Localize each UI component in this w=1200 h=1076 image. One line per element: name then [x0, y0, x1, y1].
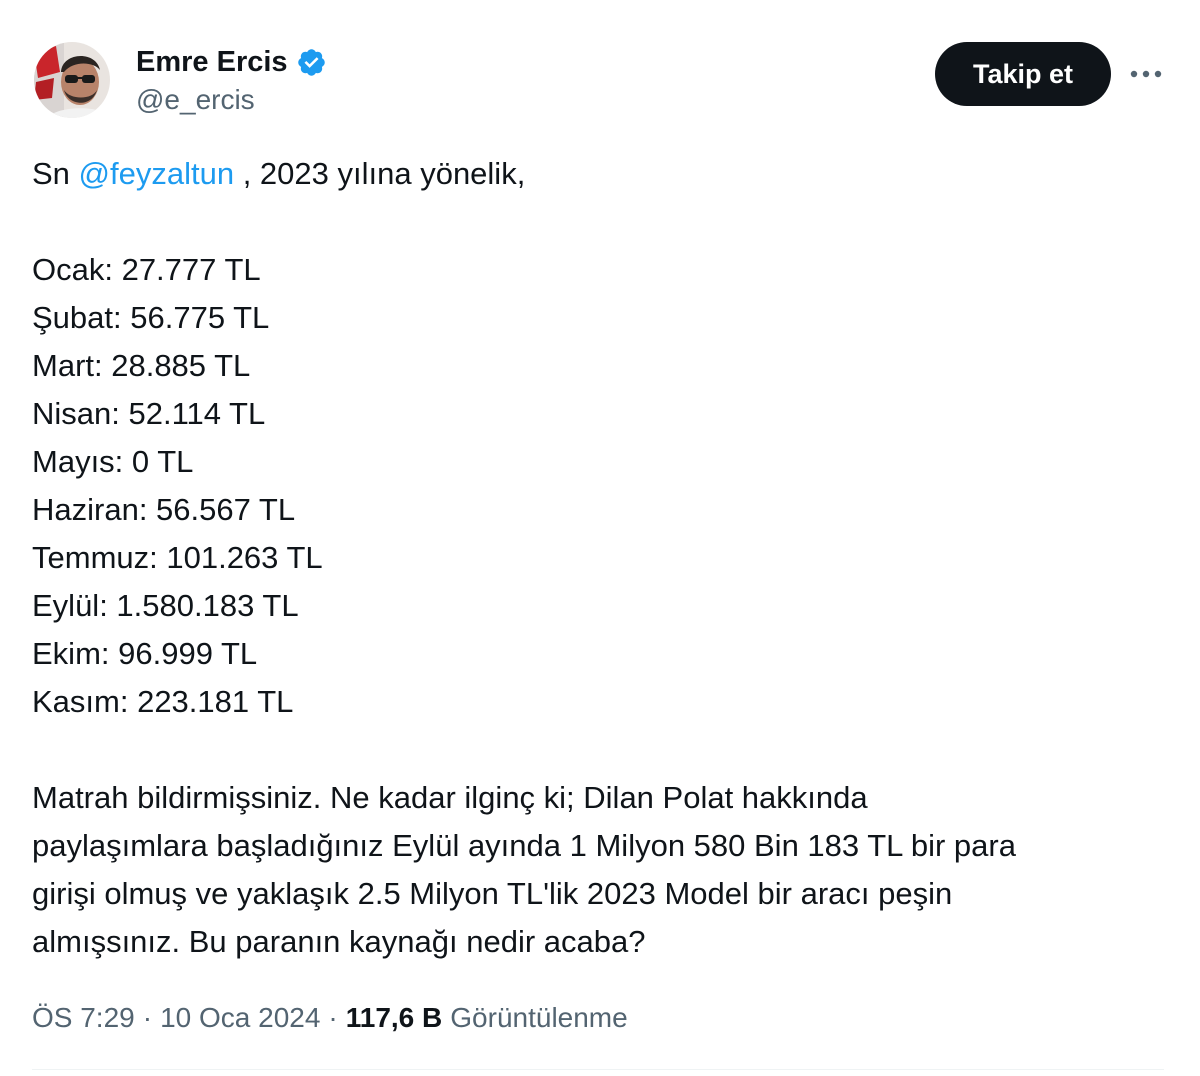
tweet-card: Emre Ercis @e_ercis Takip et Sn @feyzalt… — [0, 0, 1200, 1076]
month-line: Kasım: 223.181 TL — [32, 684, 294, 719]
more-options-icon[interactable] — [1124, 56, 1168, 92]
tweet-meta: ÖS 7:29 · 10 Oca 2024 · 117,6 B Görüntül… — [32, 996, 628, 1040]
tweet-intro-line: Sn @feyzaltun , 2023 yılına yönelik, — [32, 150, 1162, 198]
month-line: Mart: 28.885 TL — [32, 348, 251, 383]
views-count[interactable]: 117,6 B — [346, 996, 443, 1040]
month-line: Mayıs: 0 TL — [32, 444, 194, 479]
closing-line: almışsınız. Bu paranın kaynağı nedir aca… — [32, 924, 646, 959]
intro-prefix: Sn — [32, 156, 79, 191]
views-label[interactable]: Görüntülenme — [450, 996, 627, 1040]
divider — [32, 1069, 1164, 1070]
tweet-text: Sn @feyzaltun , 2023 yılına yönelik, Oca… — [32, 150, 1162, 966]
follow-button[interactable]: Takip et — [935, 42, 1111, 106]
closing-line: paylaşımlara başladığınız Eylül ayında 1… — [32, 828, 1016, 863]
tweet-date[interactable]: 10 Oca 2024 — [160, 996, 320, 1040]
month-line: Ekim: 96.999 TL — [32, 636, 258, 671]
tweet-time[interactable]: ÖS 7:29 — [32, 996, 135, 1040]
month-line: Temmuz: 101.263 TL — [32, 540, 323, 575]
avatar[interactable] — [34, 42, 110, 118]
closing-line: Matrah bildirmişsiniz. Ne kadar ilginç k… — [32, 780, 868, 815]
intro-suffix: , 2023 yılına yönelik, — [234, 156, 526, 191]
month-line: Nisan: 52.114 TL — [32, 396, 266, 431]
month-line: Eylül: 1.580.183 TL — [32, 588, 299, 623]
author-name-row[interactable]: Emre Ercis — [136, 42, 327, 82]
meta-separator: · — [328, 1002, 338, 1033]
month-line: Ocak: 27.777 TL — [32, 252, 261, 287]
avatar-photo — [34, 42, 110, 118]
author-display-name[interactable]: Emre Ercis — [136, 46, 288, 79]
author-handle[interactable]: @e_ercis — [136, 84, 255, 116]
meta-separator: · — [142, 1002, 153, 1033]
verified-badge-icon — [296, 47, 327, 78]
month-line: Şubat: 56.775 TL — [32, 300, 270, 335]
month-line: Haziran: 56.567 TL — [32, 492, 296, 527]
mention-link[interactable]: @feyzaltun — [79, 156, 235, 191]
closing-line: girişi olmuş ve yaklaşık 2.5 Milyon TL'l… — [32, 876, 953, 911]
